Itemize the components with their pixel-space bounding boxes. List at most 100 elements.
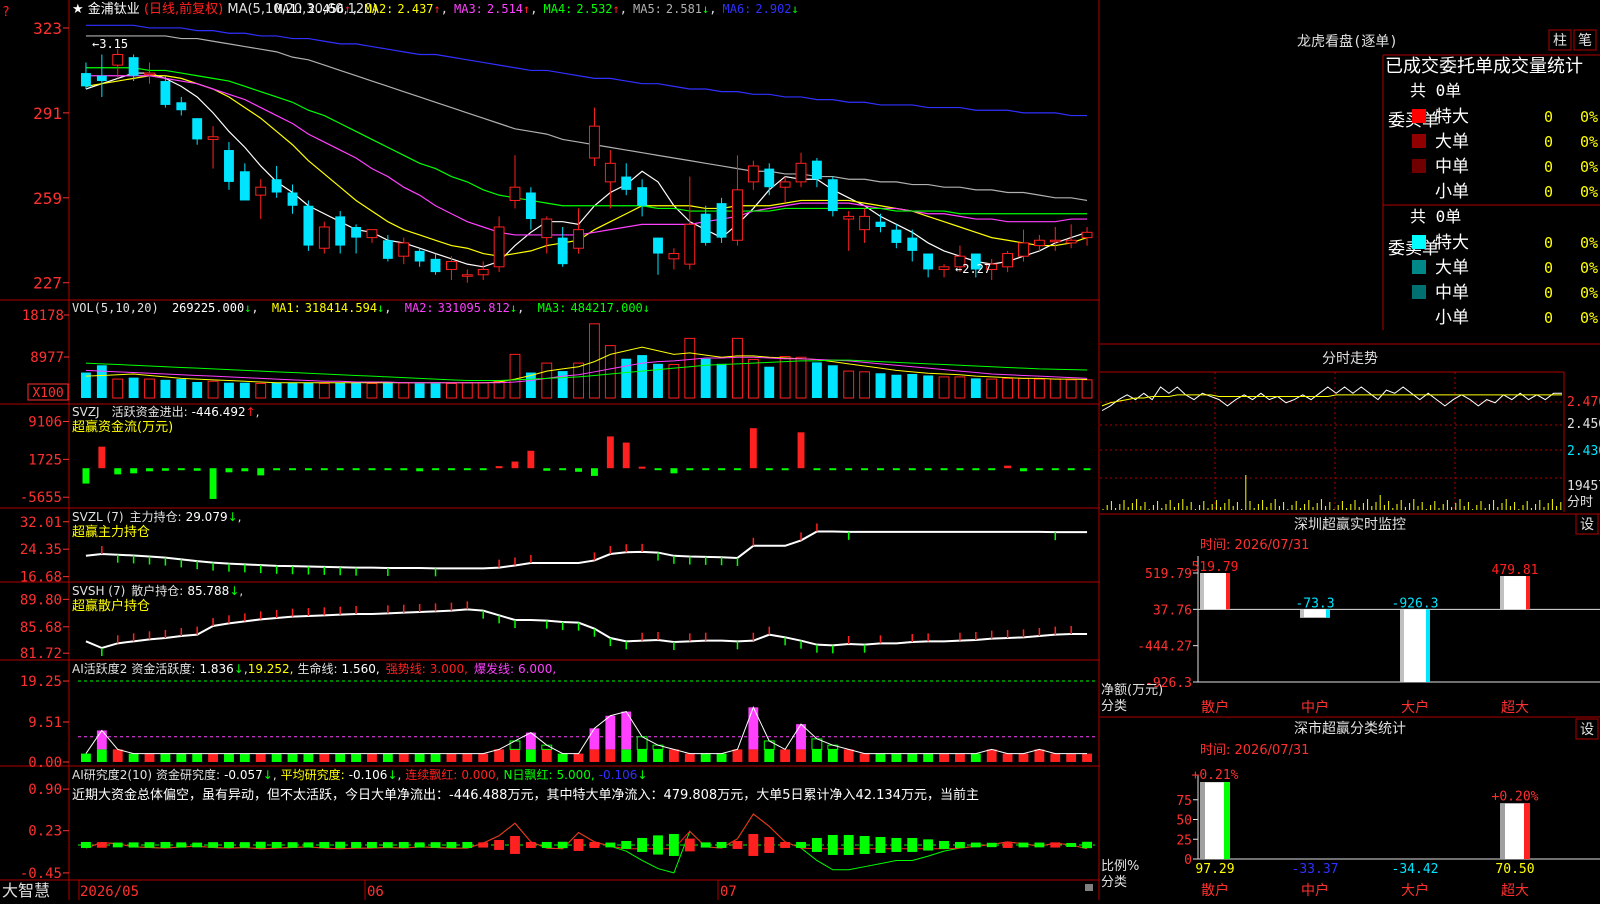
lock-icon[interactable]	[1085, 884, 1093, 891]
svzj-bar-out	[988, 468, 996, 471]
adjust-mode[interactable]: (日线,前复权)	[144, 1, 223, 17]
price-tick-label: 323	[33, 19, 62, 38]
candle-body-up	[1065, 239, 1077, 244]
svg-text:分类: 分类	[1101, 699, 1127, 714]
svg-text:←3.15: ←3.15	[92, 37, 128, 51]
svzj-bar-in	[511, 461, 519, 469]
ai1-bar-base	[668, 749, 679, 762]
tick-label: 19.25	[20, 674, 62, 690]
candle-body-up	[938, 266, 950, 270]
volume-bar-down	[192, 382, 203, 398]
svzj-bar-out	[892, 468, 900, 471]
order-type-label: 中单	[1435, 157, 1469, 177]
vol-value: 269225.000	[172, 301, 244, 315]
star-icon[interactable]: ★	[72, 2, 84, 17]
order-percent: 0%	[1580, 284, 1598, 302]
order-percent: 0%	[1580, 158, 1598, 176]
candle-body-down	[827, 179, 838, 212]
stat-bottom-label: 97.29	[1195, 862, 1234, 877]
svg-text:2.430: 2.430	[1567, 444, 1600, 459]
stat-bar-shade	[1500, 803, 1505, 859]
order-color-swatch	[1412, 134, 1426, 148]
candle-body-up	[859, 215, 871, 231]
candle-body-up	[112, 54, 124, 66]
volume-bar-down	[303, 382, 314, 398]
svzj-bar-out	[877, 468, 884, 471]
candle-body-down	[430, 258, 441, 273]
order-percent: 0%	[1580, 133, 1598, 151]
svzj-bar-out	[193, 468, 201, 471]
ai1-bar-base	[970, 753, 981, 762]
volume-bar-down	[176, 379, 187, 398]
stat-category-label: 散户	[1201, 882, 1229, 899]
candle-body-down	[287, 192, 298, 206]
brand-logo: 大智慧	[2, 881, 50, 900]
candle-body-down	[700, 213, 711, 243]
stock-chart-canvas[interactable]: ? ★ 金浦钛业 (日线,前复权) MA(5,10,20,30,60,120) …	[0, 0, 1600, 900]
order-volume: 0	[1544, 133, 1553, 151]
ai1-bar-base	[494, 749, 505, 762]
candle-body-down	[303, 205, 314, 246]
svzj-bar-out	[177, 468, 185, 471]
ai1-bar-base	[303, 753, 314, 762]
ai1-bar-base	[955, 753, 965, 762]
volume-bar-up	[477, 382, 489, 399]
candle-body-up	[573, 229, 584, 249]
stat-bottom-label: 70.50	[1495, 862, 1534, 877]
ai1-bar-base	[239, 753, 250, 762]
monitor-category-label: 超大	[1501, 700, 1529, 716]
order-volume: 0	[1544, 108, 1553, 126]
monitor-value-label: -926.3	[1392, 596, 1439, 611]
candle-body-down	[239, 171, 250, 201]
candle-body-down	[351, 227, 362, 238]
ma-legend-6: MA6:	[723, 2, 752, 16]
svzj-bar-out	[225, 468, 233, 473]
candle-body-down	[891, 229, 902, 243]
svzl-subtitle: 超赢主力持仓	[72, 524, 150, 540]
order-percent: 0%	[1580, 108, 1598, 126]
high-price-label: 3.15	[99, 37, 128, 51]
svzj-bar-out	[845, 468, 853, 471]
help-icon[interactable]: ?	[2, 5, 10, 20]
svzj-bar-out	[114, 468, 122, 475]
ai2-bar	[351, 841, 362, 848]
ai2-bar	[112, 842, 123, 848]
candle-body-up	[366, 229, 378, 239]
stat-tick-label: 0	[1184, 853, 1192, 868]
stat-category-label: 中户	[1301, 882, 1329, 899]
ma-arrow-2: ↑	[434, 2, 441, 16]
ma-arrow-4: ↑	[613, 2, 620, 16]
svzj-bar-out	[940, 468, 948, 471]
ai2-bar	[573, 838, 584, 851]
ai2-bar	[335, 841, 346, 849]
ai1-bar-base	[541, 749, 552, 762]
stat-bottom-label: -34.42	[1392, 862, 1439, 877]
svzj-bar-out	[400, 468, 408, 471]
volume-bar-up	[986, 378, 998, 399]
svzj-bar-out	[368, 468, 376, 471]
low-price-label: 2.27	[962, 262, 991, 276]
ai2-bar	[478, 842, 489, 848]
ai2-bar	[780, 841, 791, 848]
order-volume: 0	[1544, 284, 1553, 302]
tick-label: 0.23	[28, 824, 62, 840]
order-percent: 0%	[1580, 234, 1598, 252]
ai1-bar-base	[224, 753, 234, 762]
candle-body-down	[907, 237, 918, 251]
ai1-bar-base	[764, 749, 775, 762]
volume-bar-up	[859, 371, 871, 399]
volume-bar-up	[461, 382, 473, 399]
tick-label: 89.80	[20, 592, 62, 608]
ai1-bar-base	[621, 749, 632, 762]
svzj-bar-out	[130, 468, 138, 474]
candle-body-up	[398, 242, 410, 257]
stat-time: 时间: 2026/07/31	[1200, 743, 1309, 758]
ai2-bar	[208, 842, 218, 848]
volume-bar-down	[271, 382, 282, 398]
svzj-bar-out	[241, 468, 249, 472]
price-tick-label: 291	[33, 104, 62, 123]
stat-title: 深市超赢分类统计	[1294, 720, 1406, 737]
svzj-bar-out	[734, 468, 741, 471]
candle-body-up	[318, 226, 330, 249]
stat-tick-label: 25	[1176, 833, 1192, 848]
